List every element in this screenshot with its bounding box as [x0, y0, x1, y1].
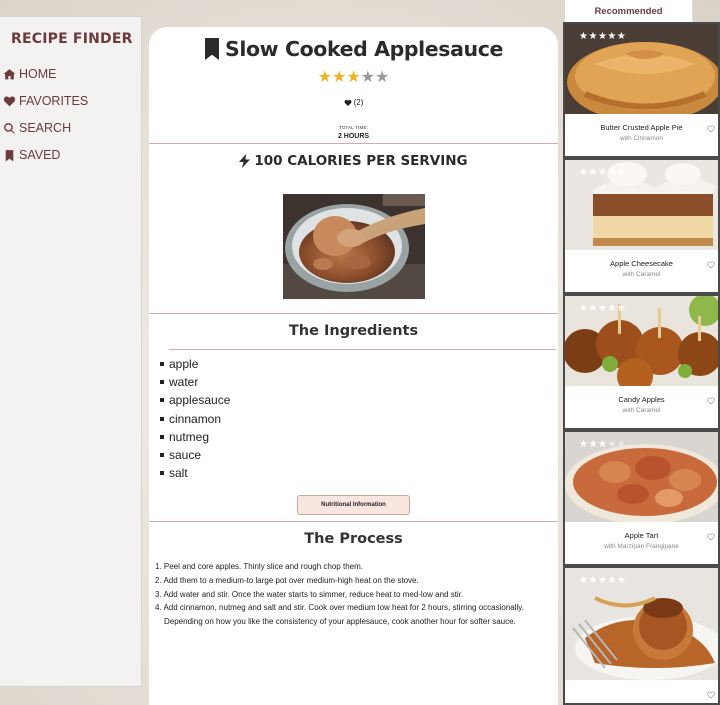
star-icon: ★	[588, 575, 598, 586]
star-icon: ★	[607, 575, 617, 586]
favorite-icon[interactable]	[707, 392, 715, 405]
nav-home[interactable]: HOME	[3, 65, 57, 83]
star-icon: ★	[616, 31, 627, 42]
star-icon: ★	[616, 303, 627, 314]
process-step: 3. Add water and stir. Once the water st…	[155, 589, 464, 599]
recommended-subtitle: with Caramel	[622, 407, 661, 414]
heart-icon	[344, 99, 352, 106]
star-icon: ★	[616, 575, 627, 586]
process-step: 1. Peel and core apples. Thinly slice an…	[155, 562, 363, 571]
star-icon: ★	[597, 575, 608, 586]
ingredient-item: salt	[160, 464, 230, 482]
recommended-card[interactable]: ★★★★★ Apple Tart with Marzipan Frangipan…	[563, 430, 720, 566]
lightning-icon	[239, 154, 251, 168]
bookmark-icon	[5, 149, 14, 161]
recommended-card[interactable]: ★★★★★ Butter Crusted Apple Pie with Cinn…	[563, 22, 720, 158]
star-icon: ★	[597, 167, 608, 178]
sidebar: RECIPE FINDER HOME FAVORITES SEARCH SAVE…	[0, 16, 142, 687]
star-icon: ★	[597, 31, 608, 42]
recommended-subtitle: with Caramel	[622, 271, 661, 278]
nav-search[interactable]: SEARCH	[3, 119, 71, 137]
nav-search-label: SEARCH	[19, 121, 72, 135]
calories-text: 100 CALORIES PER SERVING	[254, 153, 468, 169]
recipe-photo	[283, 194, 425, 299]
divider	[149, 521, 558, 522]
star-icon: ★	[616, 167, 627, 178]
title-row: Slow Cooked Applesauce	[149, 37, 558, 61]
star-icon: ★	[588, 167, 598, 178]
ingredient-item: sauce	[160, 446, 230, 464]
star-icon: ★	[607, 303, 617, 314]
ingredient-item: cinnamon	[160, 410, 230, 428]
star-icon[interactable]: ★	[332, 69, 346, 87]
home-icon	[3, 68, 16, 79]
ingredients-heading: The Ingredients	[288, 323, 419, 339]
nav-favorites[interactable]: FAVORITES	[3, 92, 88, 110]
recommended-rating: ★★★★★	[579, 303, 626, 314]
recommended-rating: ★★★★★	[579, 575, 626, 586]
star-icon: ★	[597, 439, 608, 450]
total-time-value: 2 HOURS	[337, 133, 370, 140]
ingredient-item: apple	[160, 355, 230, 373]
calories-heading: 100 CALORIES PER SERVING	[149, 153, 558, 169]
recipe-card: Slow Cooked Applesauce ★ ★ ★ ★ ★ (2) TOTAL T…	[149, 27, 558, 705]
process-step: 2. Add them to a medium-to large pot ove…	[155, 575, 419, 585]
divider	[149, 143, 558, 144]
favorite-icon[interactable]	[707, 528, 715, 541]
divider	[169, 349, 556, 350]
total-time-label: TOTAL TIME:	[338, 125, 369, 130]
divider	[149, 313, 558, 314]
search-icon	[4, 122, 15, 134]
recommended-tab[interactable]: Recommended	[565, 0, 693, 22]
recommended-title: Butter Crusted Apple Pie	[600, 123, 683, 132]
ingredient-item: nutmeg	[160, 428, 230, 446]
process-heading: The Process	[304, 531, 403, 547]
star-icon: ★	[607, 439, 617, 450]
rating-stars: ★ ★ ★ ★ ★	[149, 69, 558, 87]
favorite-icon[interactable]	[707, 686, 715, 699]
star-icon: ★	[616, 439, 627, 450]
star-icon[interactable]: ★	[375, 69, 389, 87]
heart-icon	[3, 95, 16, 106]
star-icon: ★	[588, 439, 598, 450]
recommended-title: Apple Cheesecake	[610, 259, 673, 268]
process-step: 4. Add cinnamon, nutmeg and salt and sti…	[155, 603, 524, 627]
recommended-card[interactable]: ★★★★★	[563, 566, 720, 705]
process-steps: 1. Peel and core apples. Thinly slice an…	[155, 560, 555, 629]
nav-saved[interactable]: SAVED	[3, 146, 60, 164]
ingredient-item: water	[160, 373, 230, 391]
recommended-subtitle: with Cinnamon	[620, 135, 663, 142]
recipe-title: Slow Cooked Applesauce	[225, 37, 503, 61]
nav-saved-label: SAVED	[19, 148, 61, 162]
favorite-icon[interactable]	[707, 256, 715, 269]
bookmark-icon[interactable]	[204, 38, 220, 60]
recommended-title: Apple Tart	[624, 531, 659, 540]
nutritional-info-button[interactable]: Nutritional Information	[297, 495, 410, 515]
ingredient-item: applesauce	[160, 391, 230, 409]
star-icon: ★	[588, 31, 598, 42]
star-icon: ★	[597, 303, 608, 314]
star-icon: ★	[607, 167, 617, 178]
star-icon[interactable]: ★	[346, 69, 360, 87]
favorite-icon[interactable]	[707, 120, 715, 133]
recommended-rating: ★★★★★	[579, 167, 626, 178]
recommended-rating: ★★★★★	[579, 31, 626, 42]
star-icon: ★	[607, 31, 617, 42]
star-icon[interactable]: ★	[361, 69, 375, 87]
star-icon: ★	[588, 303, 598, 314]
likes-count-text: (2)	[353, 98, 364, 107]
recommended-card[interactable]: ★★★★★ Apple Cheesecake with Caramel	[563, 158, 720, 294]
likes-count[interactable]: (2)	[149, 98, 558, 107]
star-icon[interactable]: ★	[318, 69, 332, 87]
ingredients-list: apple water applesauce cinnamon nutmeg sauce s…	[160, 355, 230, 482]
nav-favorites-label: FAVORITES	[19, 94, 89, 108]
recommended-subtitle: with Marzipan Frangipane	[604, 543, 679, 550]
recommended-rating: ★★★★★	[579, 439, 626, 450]
recommended-title: Candy Apples	[618, 395, 665, 404]
recommended-list: ★★★★★ Butter Crusted Apple Pie with Cinn…	[563, 22, 720, 705]
nav-home-label: HOME	[19, 67, 57, 81]
app-brand[interactable]: RECIPE FINDER	[11, 31, 133, 47]
recommended-card[interactable]: ★★★★★ Candy Apples with Caramel	[563, 294, 720, 430]
